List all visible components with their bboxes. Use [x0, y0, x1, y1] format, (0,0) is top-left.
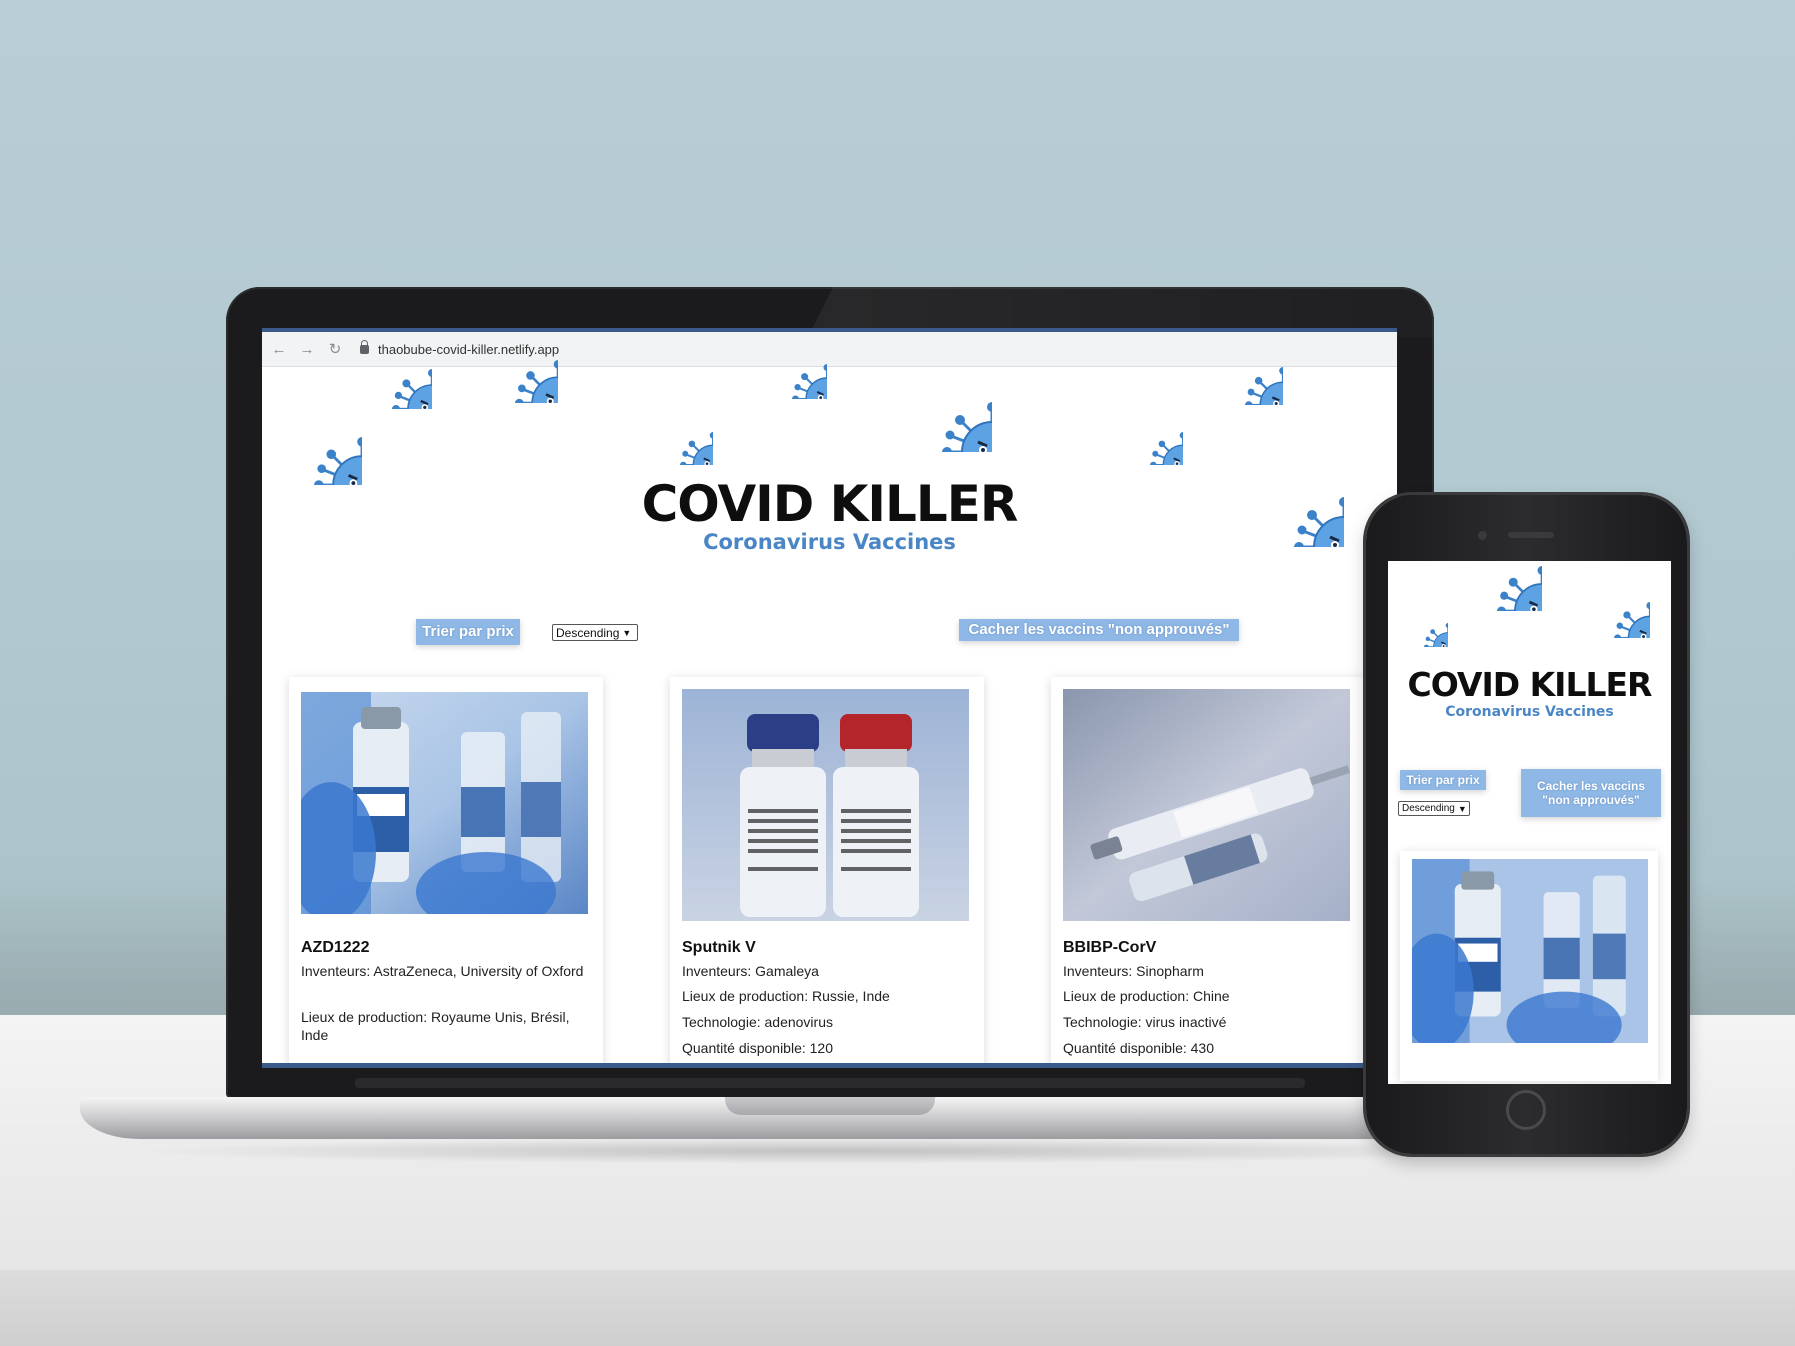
virus-mascot-icon [266, 389, 362, 485]
virus-mascot-icon [647, 399, 713, 465]
vaccine-name: BBIBP-CorV [1063, 939, 1157, 956]
virus-mascot-icon [1207, 329, 1283, 405]
vaccine-inventors: Inventeurs: Gamaleya [682, 963, 819, 979]
vaccine-technology: Technologie: virus inactivé [1063, 1014, 1227, 1030]
vaccine-production: Lieux de production: Royaume Unis, Brési… [301, 1009, 570, 1043]
page-subtitle: Coronavirus Vaccines [703, 530, 956, 554]
phone-speaker [1508, 532, 1554, 538]
vaccine-production: Lieux de production: Russie, Inde [682, 988, 890, 1004]
vaccine-quantity: Quantité disponible: 430 [1063, 1040, 1214, 1056]
hide-unapproved-button[interactable]: Cacher les vaccins "non approuvés" [959, 619, 1239, 641]
mobile-hide-unapproved-button[interactable]: Cacher les vaccins "non approuvés" [1521, 769, 1661, 817]
screen-bottom-bar [262, 1063, 1397, 1068]
mobile-sort-order-value: Descending [1402, 803, 1455, 814]
chevron-down-icon: ▼ [622, 627, 632, 638]
vaccine-inventors: Inventeurs: Sinopharm [1063, 963, 1204, 979]
vaccine-card: Sputnik V Inventeurs: Gamaleya Lieux de … [670, 677, 984, 1068]
mobile-sort-by-price-button[interactable]: Trier par prix [1400, 770, 1486, 790]
vaccine-photo-sputnik [682, 689, 969, 921]
vaccine-photo-bbibp [1063, 689, 1350, 921]
virus-mascot-icon [352, 329, 432, 409]
virus-mascot-icon [1452, 561, 1542, 611]
reload-icon[interactable]: ↻ [324, 338, 346, 360]
laptop-screen: ← → ↻ thaobube-covid-killer.netlify.app … [262, 328, 1397, 1068]
vaccine-inventors: Inventeurs: AstraZeneca, University of O… [301, 963, 584, 979]
mobile-page-title: COVID KILLER [1407, 665, 1653, 704]
laptop-shadow [120, 1138, 1540, 1164]
web-page: COVID KILLER Coronavirus Vaccines Trier … [262, 367, 1397, 1068]
vaccine-card: BBIBP-CorV Inventeurs: Sinopharm Lieux d… [1051, 677, 1365, 1068]
mobile-vaccine-photo-azd1222 [1412, 859, 1648, 1043]
sort-by-price-button[interactable]: Trier par prix [416, 619, 520, 645]
desk-edge [0, 1270, 1795, 1346]
chevron-down-icon: ▼ [1457, 803, 1467, 814]
mobile-sort-order-select[interactable]: Descending ▼ [1398, 801, 1470, 816]
page-title: COVID KILLER [641, 475, 1019, 533]
phone-home-button[interactable] [1506, 1090, 1546, 1130]
phone-camera [1478, 531, 1487, 540]
forward-arrow-icon[interactable]: → [296, 338, 318, 360]
virus-mascot-icon [1117, 399, 1183, 465]
vaccine-name: Sputnik V [682, 939, 756, 956]
vaccine-quantity: Quantité disponible: 120 [682, 1040, 833, 1056]
virus-mascot-icon [1578, 566, 1650, 638]
phone-screen: COVID KILLER Coronavirus Vaccines Trier … [1388, 561, 1671, 1084]
vaccine-photo-azd1222 [301, 692, 588, 914]
virus-mascot-icon [1400, 599, 1448, 647]
virus-mascot-icon [892, 352, 992, 452]
vaccine-production: Lieux de production: Chine [1063, 988, 1230, 1004]
sort-order-value: Descending [556, 625, 620, 640]
laptop-hinge [355, 1078, 1305, 1088]
virus-mascot-icon [472, 328, 558, 403]
mobile-hide-label-line1: Cacher les vaccins [1536, 778, 1646, 793]
sort-order-select[interactable]: Descending ▼ [552, 624, 638, 641]
mobile-vaccine-card [1400, 851, 1658, 1081]
virus-mascot-icon [757, 329, 827, 399]
vaccine-name: AZD1222 [301, 939, 370, 956]
mobile-page-subtitle: Coronavirus Vaccines [1445, 704, 1614, 720]
mobile-hide-label-line2: "non approuvés" [1542, 793, 1640, 807]
laptop-base-notch [725, 1097, 935, 1115]
vaccine-card: AZD1222 Inventeurs: AstraZeneca, Univers… [289, 677, 603, 1068]
back-arrow-icon[interactable]: ← [268, 338, 290, 360]
vaccine-technology: Technologie: adenovirus [682, 1014, 833, 1030]
